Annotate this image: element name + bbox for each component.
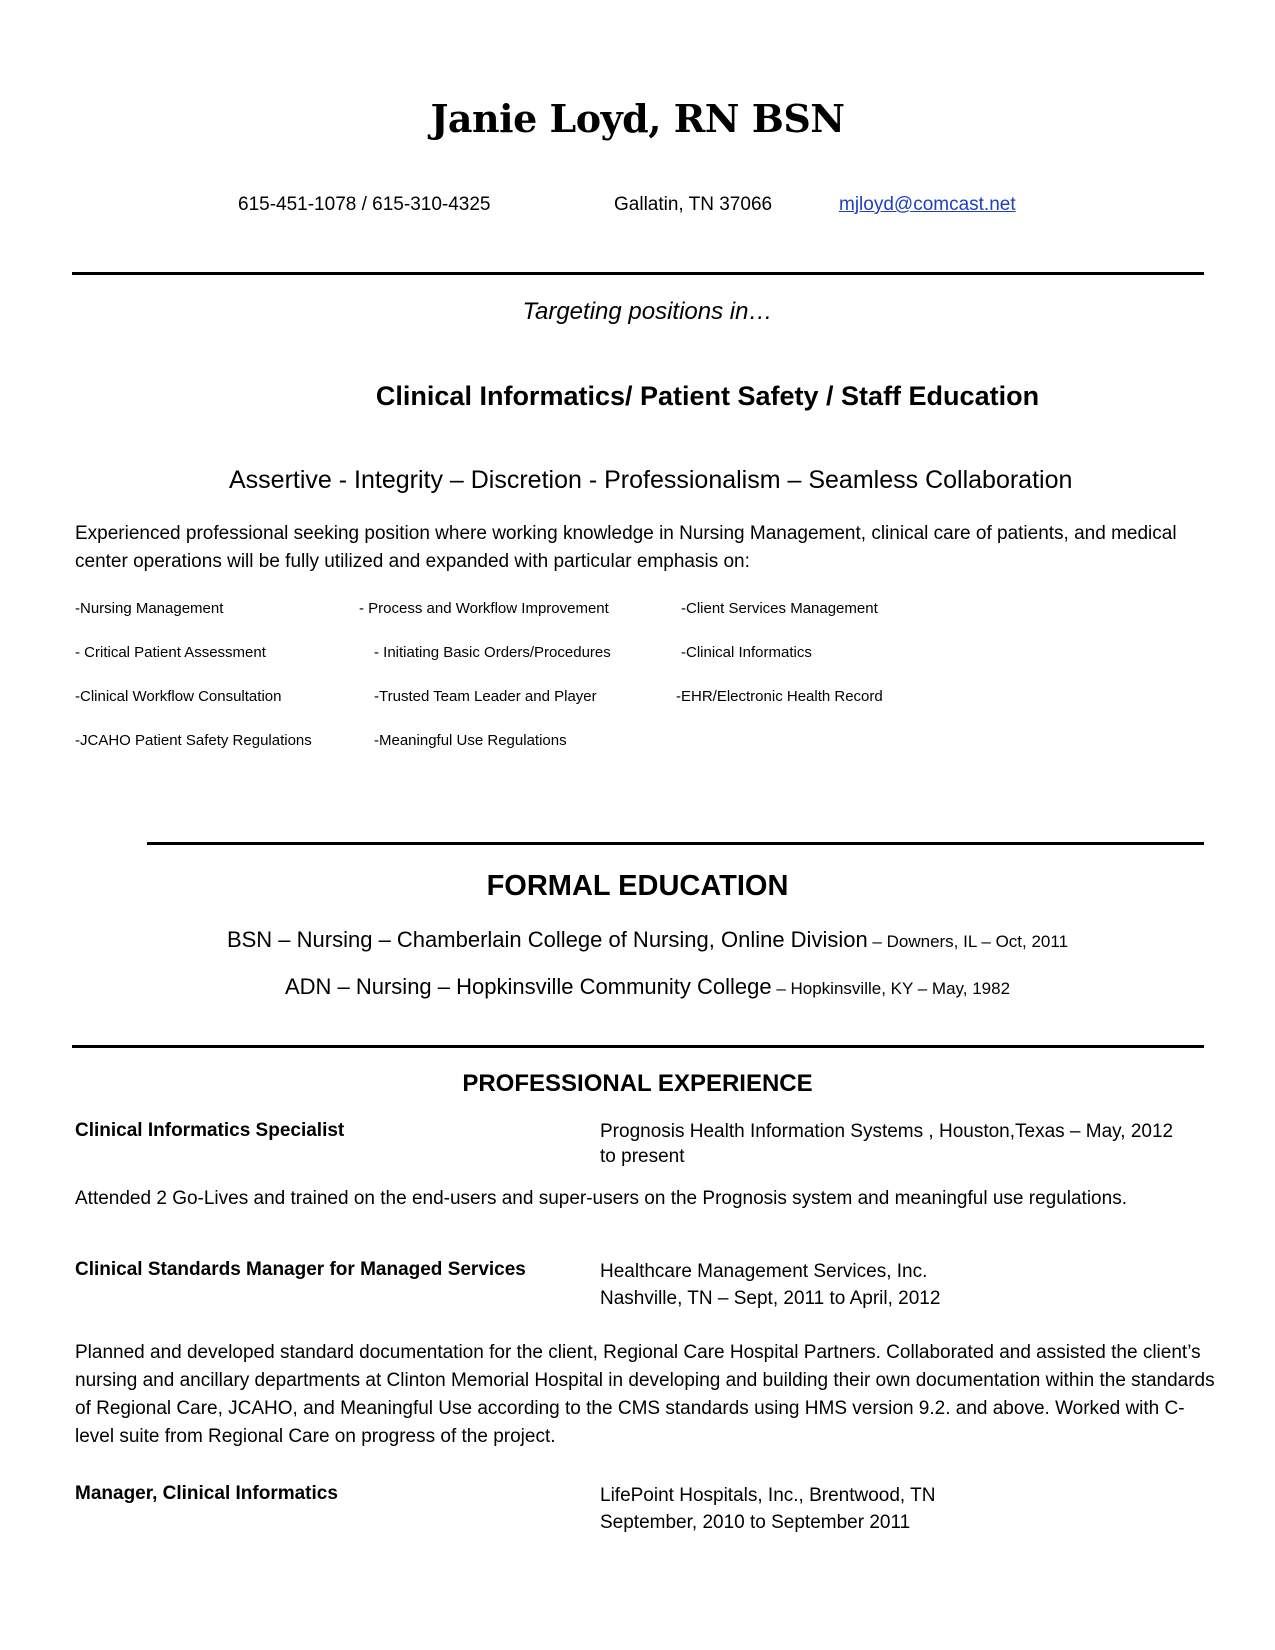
job-employer: Healthcare Management Services, Inc. (600, 1261, 928, 1282)
job-description: Planned and developed standard documenta… (75, 1342, 1215, 1447)
job-title: Clinical Standards Manager for Managed S… (75, 1259, 526, 1280)
degree-detail: – Hopkinsville, KY – May, 1982 (771, 979, 1011, 998)
education-entry: ADN – Nursing – Hopkinsville Community C… (0, 974, 1275, 1000)
divider (72, 1045, 1204, 1048)
candidate-name: Janie Loyd, RN BSN (430, 96, 845, 141)
degree-detail: – Downers, IL – Oct, 2011 (867, 932, 1069, 951)
skill-item: -Trusted Team Leader and Player (374, 688, 597, 705)
degree: BSN – Nursing – Chamberlain College of N… (226, 927, 868, 952)
location: Gallatin, TN 37066 (614, 194, 773, 215)
education-heading: FORMAL EDUCATION (486, 870, 789, 902)
divider (72, 272, 1204, 275)
degree: ADN – Nursing – Hopkinsville Community C… (284, 974, 772, 999)
skill-item: - Initiating Basic Orders/Procedures (374, 644, 611, 661)
skill-item: -Nursing Management (75, 600, 224, 617)
targeting-heading: Targeting positions in… (522, 298, 773, 325)
core-values: Assertive - Integrity – Discretion - Pro… (229, 466, 1073, 494)
skill-item: -Meaningful Use Regulations (374, 732, 567, 749)
email-link[interactable]: mjloyd@comcast.net (839, 194, 1016, 216)
skill-item: -EHR/Electronic Health Record (676, 688, 883, 705)
skill-item: - Process and Workflow Improvement (359, 600, 609, 617)
job-description: Attended 2 Go-Lives and trained on the e… (75, 1188, 1127, 1209)
focus-areas: Clinical Informatics/ Patient Safety / S… (375, 381, 1040, 411)
skill-item: - Critical Patient Assessment (75, 644, 266, 661)
skill-item: -Clinical Workflow Consultation (75, 688, 282, 705)
job-employer: Prognosis Health Information Systems , H… (600, 1121, 1174, 1167)
job-title: Clinical Informatics Specialist (75, 1120, 345, 1141)
job-dates: September, 2010 to September 2011 (600, 1512, 911, 1533)
job-employer: LifePoint Hospitals, Inc., Brentwood, TN (600, 1485, 936, 1506)
experience-heading: PROFESSIONAL EXPERIENCE (462, 1070, 813, 1097)
education-entry: BSN – Nursing – Chamberlain College of N… (0, 927, 1275, 953)
summary-paragraph: Experienced professional seeking positio… (75, 523, 1177, 572)
job-dates: Nashville, TN – Sept, 2011 to April, 201… (600, 1288, 941, 1309)
skill-item: -JCAHO Patient Safety Regulations (75, 732, 312, 749)
skill-item: -Client Services Management (681, 600, 878, 617)
divider (147, 842, 1204, 845)
phone-numbers: 615-451-1078 / 615-310-4325 (238, 194, 491, 215)
skill-item: -Clinical Informatics (681, 644, 812, 661)
job-title: Manager, Clinical Informatics (75, 1483, 338, 1504)
